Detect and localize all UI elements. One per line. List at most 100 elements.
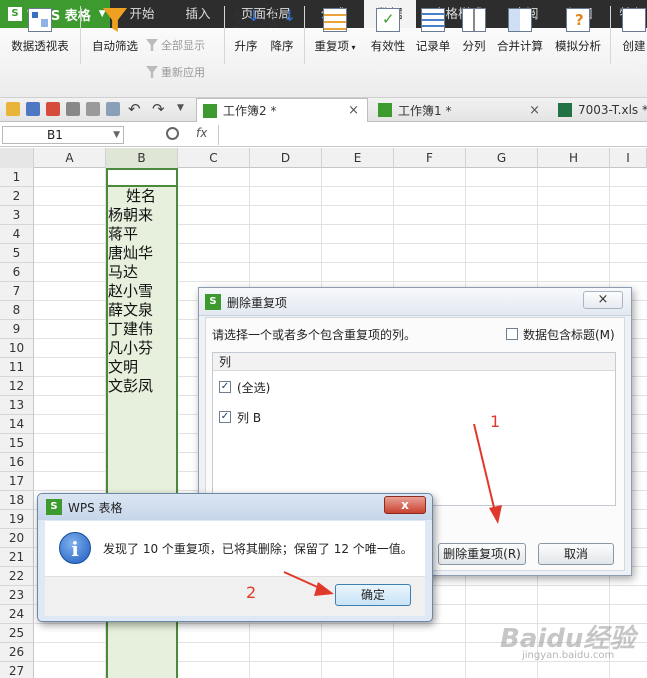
cell-b9[interactable]: 丁建伟 xyxy=(108,320,153,339)
cell-b5[interactable]: 唐灿华 xyxy=(108,244,153,263)
close-button[interactable]: × xyxy=(583,291,623,309)
pivot-table-button[interactable]: 数据透视表 xyxy=(6,4,74,66)
column-header-d[interactable]: D xyxy=(250,148,322,168)
row-header-1[interactable]: 1 xyxy=(0,168,34,187)
cell-b6[interactable]: 马达 xyxy=(108,263,138,282)
row-header-7[interactable]: 7 xyxy=(0,282,34,301)
row-header-27[interactable]: 27 xyxy=(0,662,34,678)
row-header-16[interactable]: 16 xyxy=(0,453,34,472)
has-header-checkbox[interactable] xyxy=(506,328,518,340)
column-header-e[interactable]: E xyxy=(322,148,394,168)
column-header-a[interactable]: A xyxy=(34,148,106,168)
column-header-i[interactable]: I xyxy=(610,148,647,168)
cell-b4[interactable]: 蒋平 xyxy=(108,225,138,244)
row-header-12[interactable]: 12 xyxy=(0,377,34,396)
row-header-19[interactable]: 19 xyxy=(0,510,34,529)
row-header-10[interactable]: 10 xyxy=(0,339,34,358)
row-header-8[interactable]: 8 xyxy=(0,301,34,320)
row-header-24[interactable]: 24 xyxy=(0,605,34,624)
cell-b10[interactable]: 凡小芬 xyxy=(108,339,153,358)
what-if-icon: ? xyxy=(566,8,590,32)
what-if-analysis-button[interactable]: ? 模拟分析 xyxy=(550,4,606,66)
ok-button[interactable]: 确定 xyxy=(335,584,411,606)
row-header-5[interactable]: 5 xyxy=(0,244,34,263)
cell-b3[interactable]: 杨朝来 xyxy=(108,206,153,225)
row-header-17[interactable]: 17 xyxy=(0,472,34,491)
row-header-18[interactable]: 18 xyxy=(0,491,34,510)
column-b-checkbox[interactable]: ✓ xyxy=(219,411,231,423)
insert-function-button[interactable]: fx xyxy=(196,126,207,140)
duplicates-button[interactable]: 重复项 ▾ xyxy=(310,4,360,66)
select-all-corner[interactable] xyxy=(0,148,34,168)
select-all-checkbox[interactable]: ✓ xyxy=(219,381,231,393)
record-form-button[interactable]: 记录单 xyxy=(412,4,454,66)
cancel-button[interactable]: 取消 xyxy=(538,543,614,565)
cell-b7[interactable]: 赵小雪 xyxy=(108,282,153,301)
row-header-4[interactable]: 4 xyxy=(0,225,34,244)
cell-b2[interactable]: 姓名 xyxy=(108,187,176,206)
column-header-h[interactable]: H xyxy=(538,148,610,168)
reapply-button[interactable]: 重新应用 xyxy=(146,64,205,80)
zoom-lookup-icon[interactable] xyxy=(166,127,179,140)
cell-b12[interactable]: 文彭凤 xyxy=(108,377,153,396)
save-icon[interactable] xyxy=(26,102,40,116)
sort-ascending-button[interactable]: A Z ↓ 升序 xyxy=(230,4,262,66)
autofilter-button[interactable]: 自动筛选 xyxy=(86,4,144,66)
cell-b11[interactable]: 文明 xyxy=(108,358,138,377)
customize-dropdown-icon[interactable]: ▼ xyxy=(177,103,184,113)
open-folder-icon[interactable] xyxy=(6,102,20,116)
row-header-9[interactable]: 9 xyxy=(0,320,34,339)
remove-duplicates-button[interactable]: 删除重复项(R) xyxy=(438,543,526,565)
close-button[interactable]: x xyxy=(384,496,426,514)
doc-tab-3[interactable]: 7003-T.xls * xyxy=(552,98,647,122)
doc-tab-1[interactable]: 工作簿2 * × xyxy=(196,98,368,122)
row-header-15[interactable]: 15 xyxy=(0,434,34,453)
spell-check-icon[interactable] xyxy=(106,102,120,116)
chevron-down-icon[interactable]: ▼ xyxy=(113,127,120,143)
row-header-23[interactable]: 23 xyxy=(0,586,34,605)
row-header-3[interactable]: 3 xyxy=(0,206,34,225)
name-box[interactable]: B1 ▼ xyxy=(2,126,124,144)
show-all-label: 全部显示 xyxy=(161,39,205,52)
dialog-footer: 确定 xyxy=(45,576,425,616)
column-header-b[interactable]: B xyxy=(106,148,178,168)
close-tab-icon[interactable]: × xyxy=(529,103,540,118)
row-header-25[interactable]: 25 xyxy=(0,624,34,643)
row-header-22[interactable]: 22 xyxy=(0,567,34,586)
split-columns-button[interactable]: 分列 xyxy=(456,4,492,66)
column-header-f[interactable]: F xyxy=(394,148,466,168)
validity-button[interactable]: ✓ 有效性 xyxy=(364,4,412,66)
close-tab-icon[interactable]: × xyxy=(348,103,359,118)
row-header-26[interactable]: 26 xyxy=(0,643,34,662)
column-header-g[interactable]: G xyxy=(466,148,538,168)
cell-b8[interactable]: 薛文泉 xyxy=(108,301,153,320)
ribbon-divider xyxy=(80,6,81,64)
what-if-label: 模拟分析 xyxy=(555,39,601,53)
row-header-11[interactable]: 11 xyxy=(0,358,34,377)
row-header-20[interactable]: 20 xyxy=(0,529,34,548)
row-header-14[interactable]: 14 xyxy=(0,415,34,434)
sort-descending-button[interactable]: Z A ↓ 降序 xyxy=(266,4,298,66)
undo-icon[interactable]: ↶ xyxy=(128,100,141,118)
doc-tab-2[interactable]: 工作簿1 * × xyxy=(372,98,548,122)
redo-icon[interactable]: ↷ xyxy=(152,100,165,118)
dialog-title: 删除重复项 xyxy=(227,296,288,310)
spreadsheet-doc-icon xyxy=(203,103,217,118)
formula-input[interactable] xyxy=(218,125,647,145)
row-header-2[interactable]: 2 xyxy=(0,187,34,206)
print-icon[interactable] xyxy=(66,102,80,116)
record-form-icon xyxy=(421,8,445,32)
active-cell-b1[interactable] xyxy=(106,168,178,187)
print-preview-icon[interactable] xyxy=(86,102,100,116)
row-header-21[interactable]: 21 xyxy=(0,548,34,567)
column-header-c[interactable]: C xyxy=(178,148,250,168)
consolidate-button[interactable]: 合并计算 xyxy=(492,4,548,66)
export-pdf-icon[interactable] xyxy=(46,102,60,116)
ribbon-divider xyxy=(304,6,305,64)
tab-insert[interactable]: 插入 xyxy=(172,0,224,28)
create-group-button[interactable]: 创建 xyxy=(614,4,647,66)
row-header-6[interactable]: 6 xyxy=(0,263,34,282)
show-all-button[interactable]: 全部显示 xyxy=(146,37,205,53)
info-icon: i xyxy=(59,532,91,564)
row-header-13[interactable]: 13 xyxy=(0,396,34,415)
